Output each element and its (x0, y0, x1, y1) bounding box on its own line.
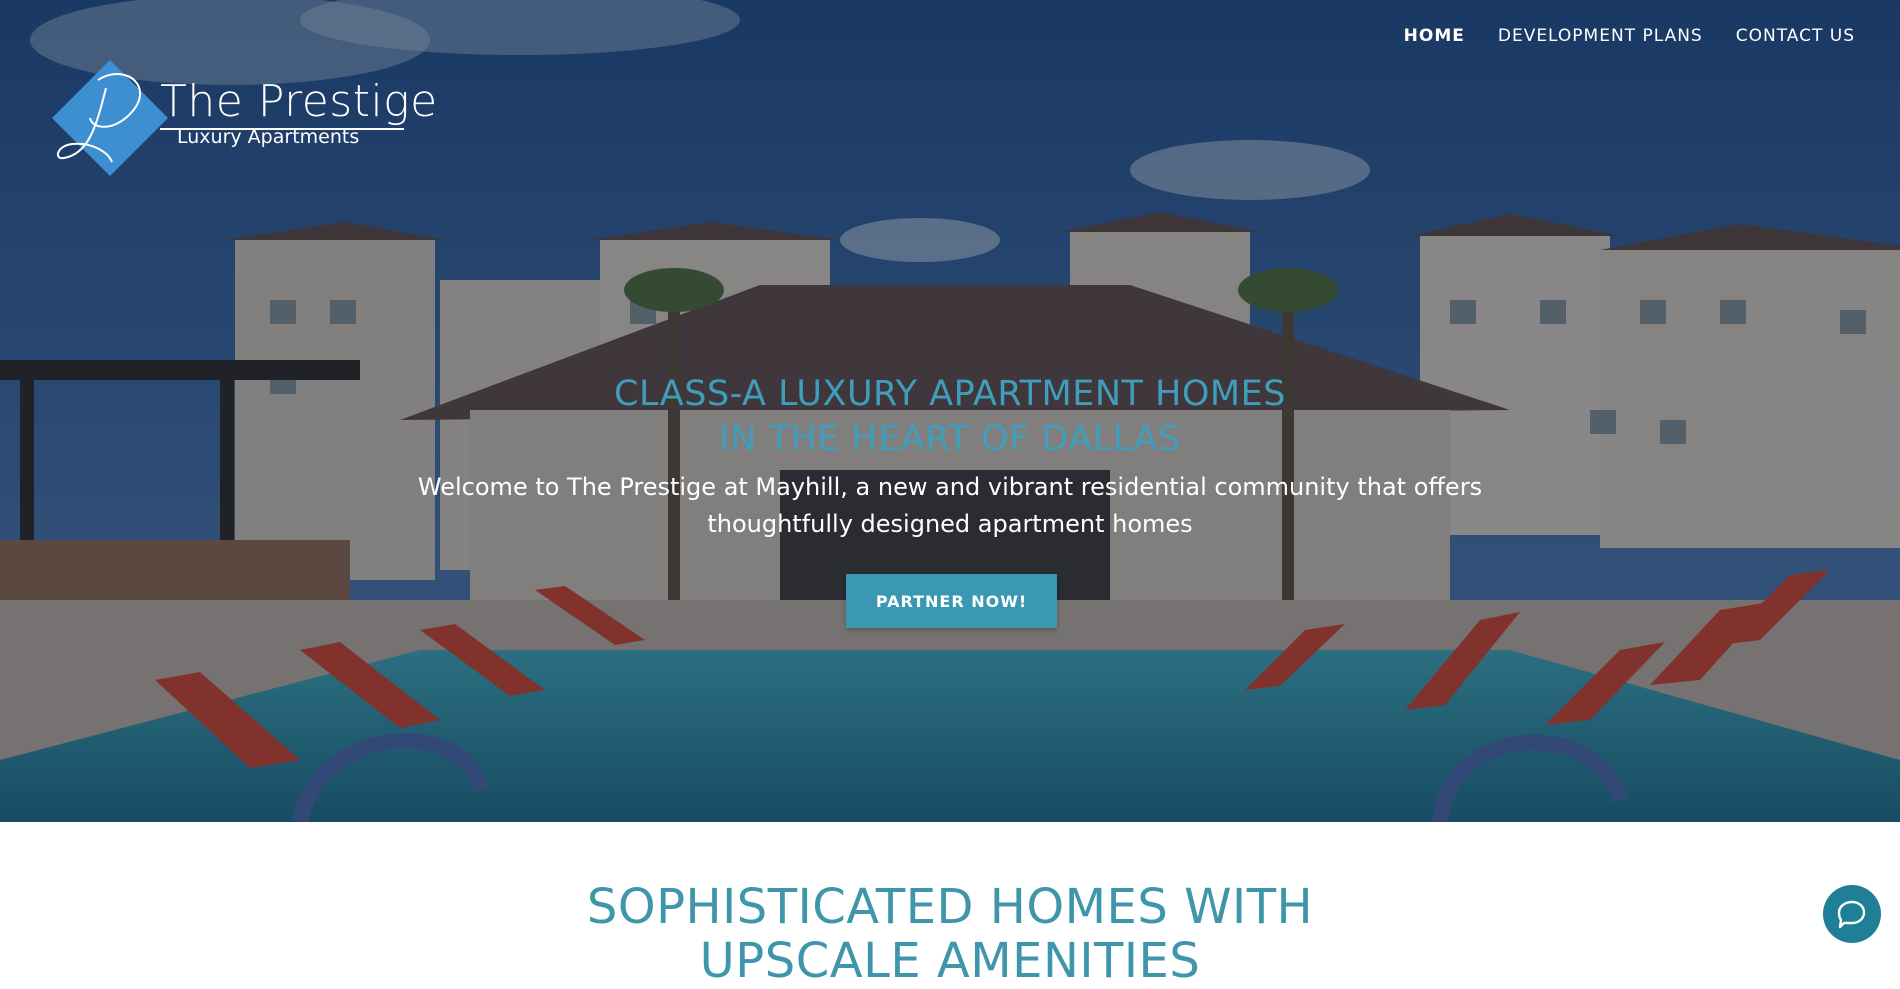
logo-title: The Prestige (160, 76, 438, 127)
logo-subtitle: Luxury Apartments (177, 126, 360, 148)
hero-section: The Prestige Luxury Apartments HOME DEVE… (0, 0, 1900, 822)
section-title: SOPHISTICATED HOMES WITH UPSCALE AMENITI… (0, 880, 1900, 988)
main-navigation: HOME DEVELOPMENT PLANS CONTACT US (1404, 26, 1855, 46)
hero-title-line-2: IN THE HEART OF DALLAS (719, 419, 1181, 459)
hero-title: CLASS-A LUXURY APARTMENT HOMES IN THE HE… (0, 372, 1900, 462)
nav-item-home[interactable]: HOME (1404, 26, 1465, 46)
partner-now-button[interactable]: PARTNER NOW! (846, 574, 1057, 628)
chat-bubble-icon (1837, 900, 1866, 929)
section-title-line-2: UPSCALE AMENITIES (699, 933, 1201, 989)
nav-item-contact-us[interactable]: CONTACT US (1736, 26, 1855, 46)
hero-title-line-1: CLASS-A LUXURY APARTMENT HOMES (614, 374, 1286, 414)
hero-description: Welcome to The Prestige at Mayhill, a ne… (417, 473, 1483, 538)
site-logo[interactable]: The Prestige Luxury Apartments (48, 58, 437, 180)
chat-widget-button[interactable] (1823, 885, 1881, 943)
logo-diamond-icon (52, 60, 168, 176)
nav-item-development-plans[interactable]: DEVELOPMENT PLANS (1498, 26, 1703, 46)
section-title-line-1: SOPHISTICATED HOMES WITH (586, 879, 1314, 935)
